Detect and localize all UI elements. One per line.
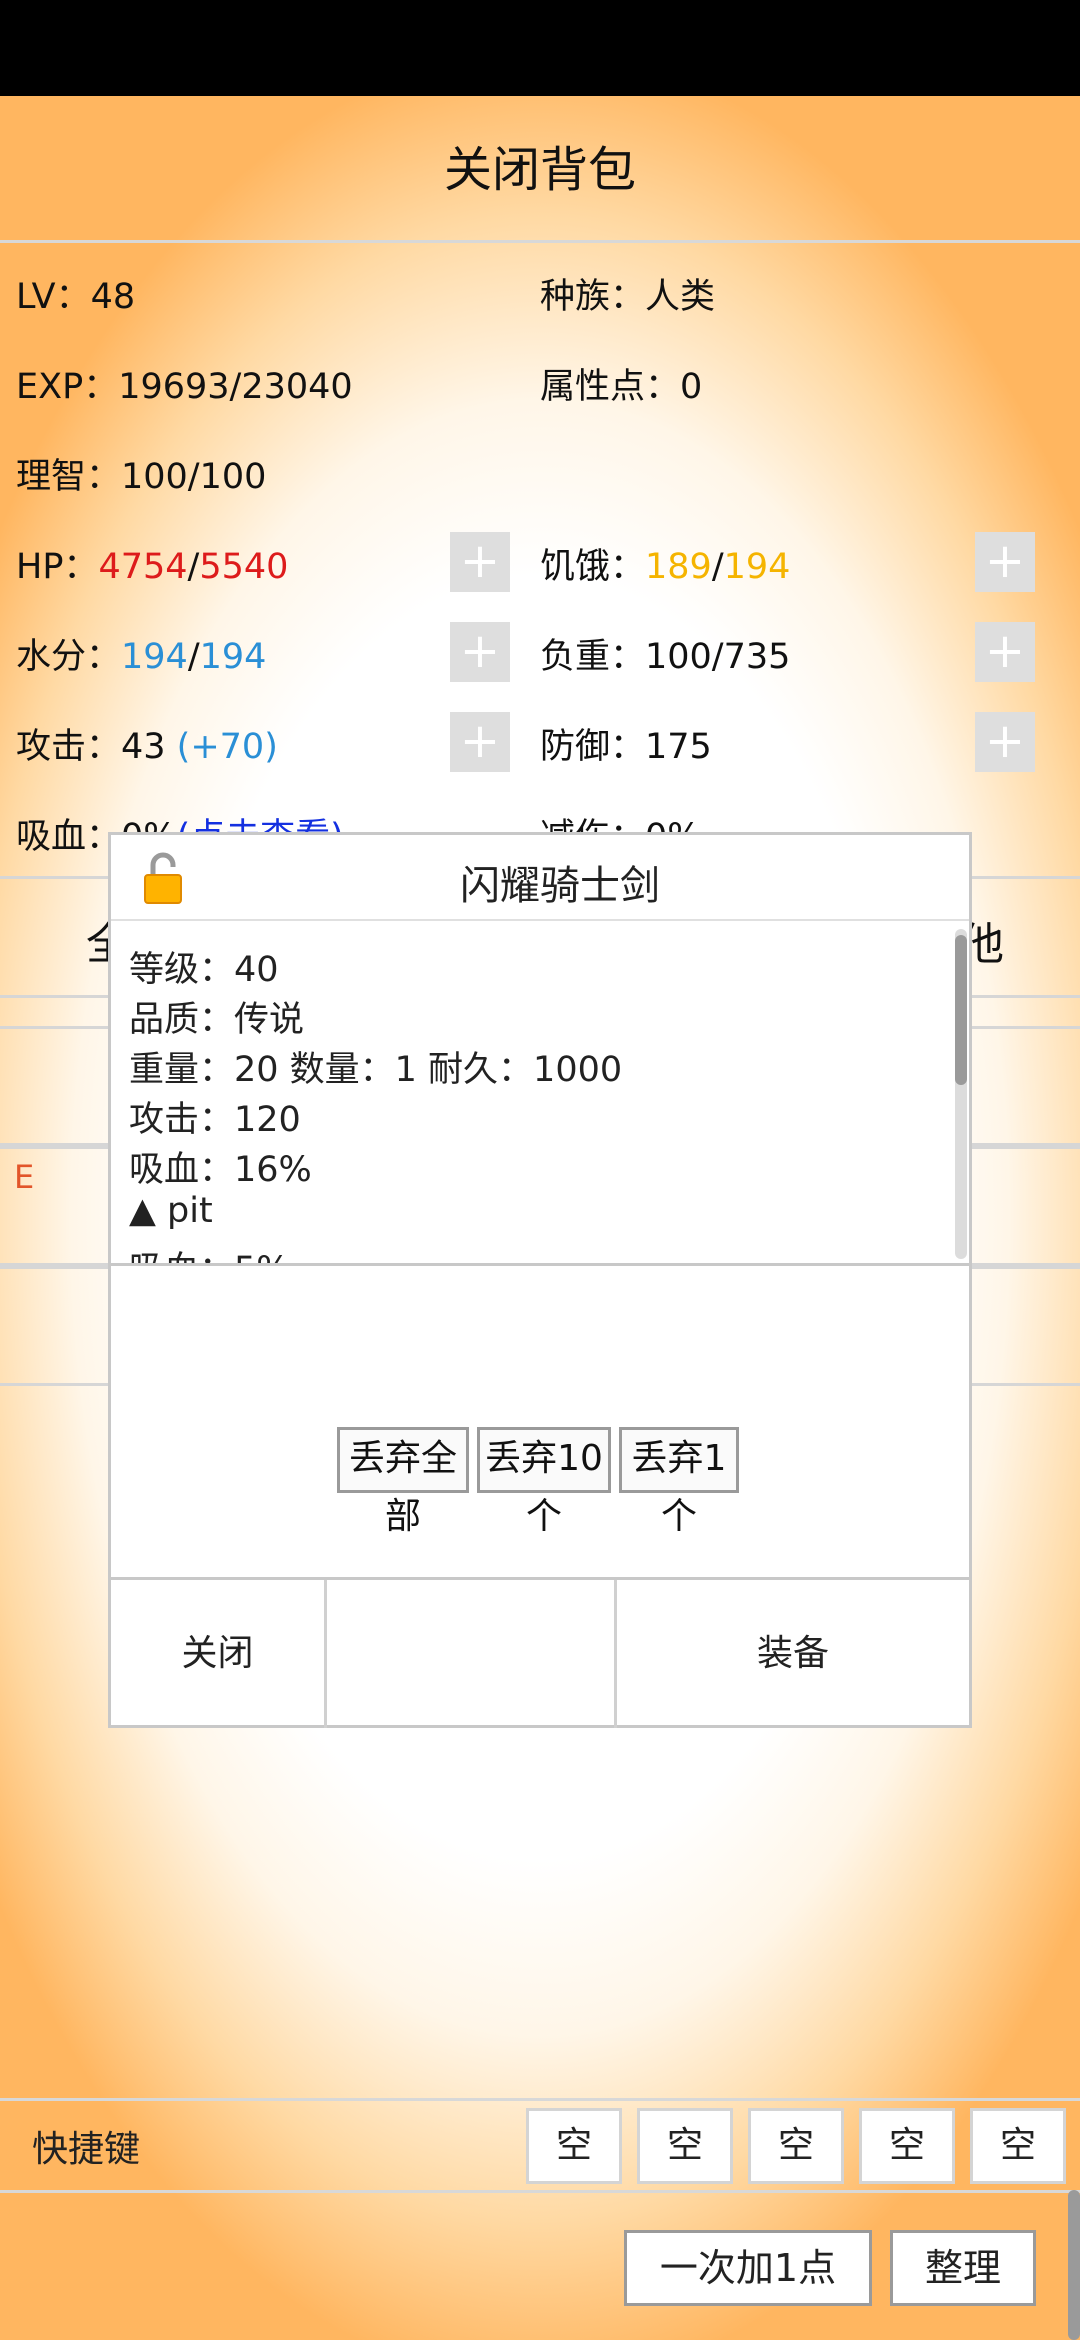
shortcut-slot-2[interactable]: 空 (637, 2108, 733, 2184)
attack-stat: 攻击：43 (+70) (16, 718, 278, 769)
water-stat: 水分：194/194 (16, 637, 267, 677)
equipped-tag: E (14, 1158, 35, 1196)
status-bar (0, 0, 1080, 96)
drop-1-button[interactable]: 丢弃1个 (619, 1427, 739, 1537)
equip-label: 装备 (756, 1633, 829, 1674)
add-one-point-button[interactable]: 一次加1点 (624, 2230, 872, 2306)
defense-plus-button[interactable]: + (975, 712, 1035, 772)
load-stat: 负重：100/735 (540, 637, 791, 677)
sort-button[interactable]: 整理 (890, 2230, 1036, 2306)
item-section-pit: ▲ pit (129, 1191, 213, 1231)
item-attributes: 等级：40 品质：传说 重量：20 数量：1 耐久：1000 攻击：120 吸血… (111, 921, 969, 1266)
water-current: 194 (121, 637, 188, 677)
water-plus-button[interactable]: + (450, 622, 510, 682)
shortcut-slot-1[interactable]: 空 (526, 2108, 622, 2184)
water-max: 194 (199, 637, 267, 677)
page-scrollbar[interactable] (1068, 2190, 1080, 2340)
hunger-label: 饥饿： (540, 547, 646, 587)
dialog-scrollbar[interactable] (955, 935, 967, 1085)
dialog-header: 闪耀骑士剑 (111, 835, 969, 921)
hp-plus-button[interactable]: + (450, 532, 510, 592)
load-plus-button[interactable]: + (975, 622, 1035, 682)
hp-stat: HP：4754/5540 (16, 547, 289, 587)
shortcut-slot-3[interactable]: 空 (748, 2108, 844, 2184)
item-detail-dialog: 闪耀骑士剑 等级：40 品质：传说 重量：20 数量：1 耐久：1000 攻击：… (108, 832, 972, 1728)
water-label: 水分： (16, 637, 122, 677)
drop-all-button[interactable]: 丢弃全部 (337, 1427, 469, 1537)
close-bag-title[interactable]: 关闭背包 (0, 130, 1080, 200)
level-stat: LV：48 (16, 277, 136, 317)
attribute-points-stat: 属性点：0 (540, 367, 703, 407)
dialog-footer: 关闭 装备 (111, 1577, 969, 1730)
dialog-footer-spacer (327, 1580, 617, 1728)
drop-10-button[interactable]: 丢弃10个 (477, 1427, 611, 1537)
item-weight-count-durability: 重量：20 数量：1 耐久：1000 (129, 1050, 623, 1090)
item-level: 等级：40 (129, 950, 279, 990)
item-attack: 攻击：120 (129, 1100, 301, 1140)
hunger-current: 189 (645, 547, 712, 587)
divider (0, 2190, 1080, 2193)
shortcut-label: 快捷键 (32, 2129, 141, 2170)
hunger-max: 194 (723, 547, 791, 587)
divider (0, 2098, 1080, 2101)
attack-label: 攻击：43 (16, 727, 177, 767)
equip-button[interactable]: 装备 (617, 1580, 969, 1728)
defense-stat: 防御：175 (540, 727, 712, 767)
hp-max: 5540 (199, 547, 289, 587)
hunger-plus-button[interactable]: + (975, 532, 1035, 592)
dialog-close-button[interactable]: 关闭 (111, 1580, 327, 1728)
shortcut-slot-4[interactable]: 空 (859, 2108, 955, 2184)
item-quality: 品质：传说 (129, 1000, 305, 1040)
hp-label: HP： (16, 547, 99, 587)
hp-current: 4754 (98, 547, 188, 587)
item-pit-lifesteal: 吸血：5% (129, 1241, 290, 1263)
shortcut-slot-5[interactable]: 空 (970, 2108, 1066, 2184)
attack-plus-button[interactable]: + (450, 712, 510, 772)
race-stat: 种族：人类 (540, 277, 716, 317)
item-lifesteal: 吸血：16% (129, 1150, 312, 1190)
attack-bonus: (+70) (176, 727, 278, 767)
exp-stat: EXP：19693/23040 (16, 367, 353, 407)
sanity-stat: 理智：100/100 (16, 457, 267, 497)
divider (0, 240, 1080, 243)
item-name: 闪耀骑士剑 (460, 863, 660, 909)
hunger-stat: 饥饿：189/194 (540, 547, 791, 587)
